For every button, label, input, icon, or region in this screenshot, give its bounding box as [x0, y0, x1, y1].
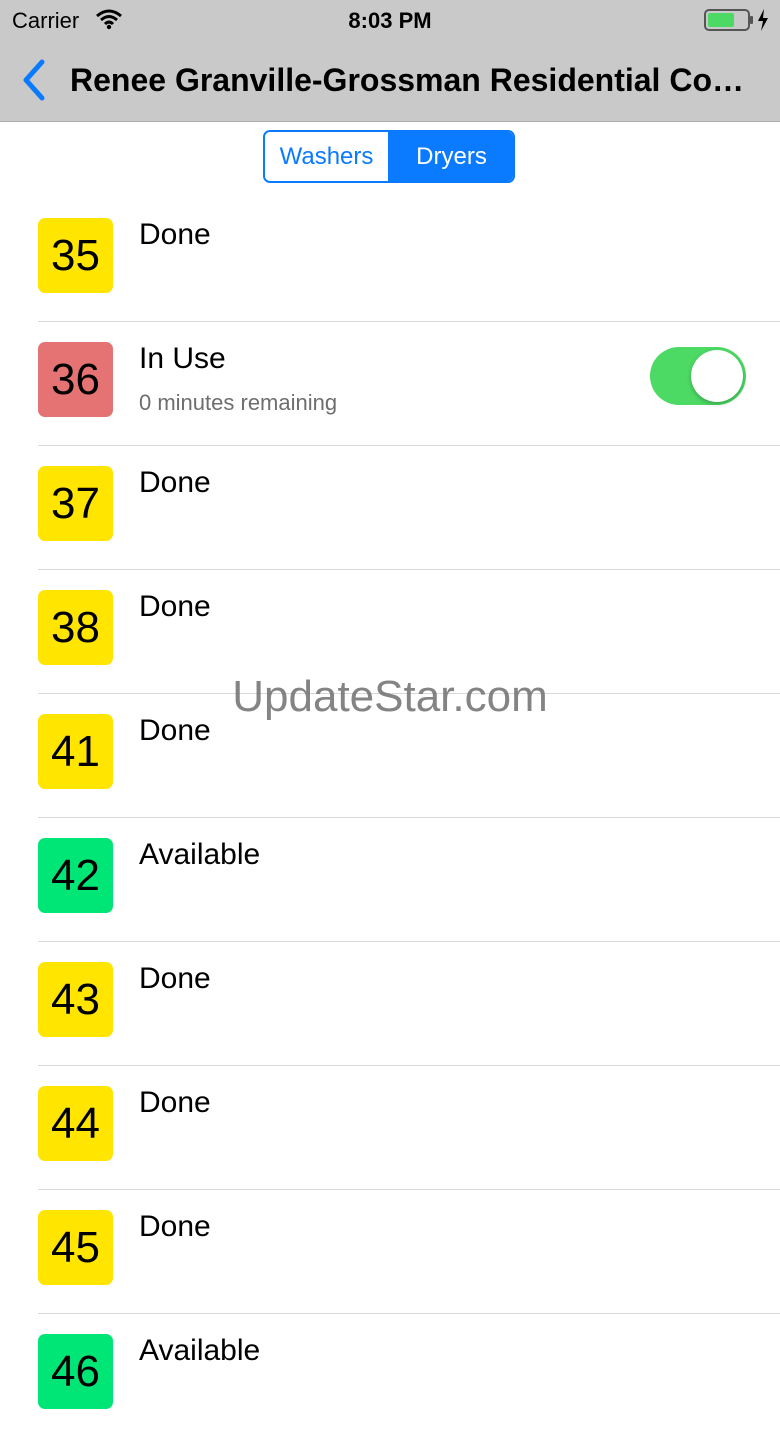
machine-row[interactable]: 42 Available — [0, 818, 780, 942]
machine-row[interactable]: 43 Done — [0, 942, 780, 1066]
machine-status: Done — [139, 1086, 211, 1119]
machine-number-badge: 46 — [38, 1334, 113, 1409]
machine-row[interactable]: 37 Done — [0, 446, 780, 570]
machine-number-badge: 43 — [38, 962, 113, 1037]
machine-number-badge: 38 — [38, 590, 113, 665]
segment-washers[interactable]: Washers — [265, 132, 388, 181]
machine-status: Done — [139, 962, 211, 995]
machine-number-badge: 45 — [38, 1210, 113, 1285]
machine-status: Done — [139, 1210, 211, 1243]
battery-charging-icon — [704, 8, 774, 32]
toggle-knob — [691, 350, 743, 402]
machine-row[interactable]: 41 Done — [0, 694, 780, 818]
machine-row[interactable]: 46 Available — [0, 1314, 780, 1438]
machine-number-badge: 36 — [38, 342, 113, 417]
machine-type-segmented-control: Washers Dryers — [263, 130, 515, 183]
machine-status: Done — [139, 590, 211, 623]
machine-status: Available — [139, 838, 261, 871]
time-remaining: 0 minutes remaining — [139, 390, 338, 415]
back-chevron-icon[interactable] — [20, 58, 50, 102]
machine-status: Done — [139, 218, 211, 251]
machine-row[interactable]: 44 Done — [0, 1066, 780, 1190]
status-time: 8:03 PM — [348, 8, 432, 33]
machine-number-badge: 42 — [38, 838, 113, 913]
machine-row[interactable]: 38 Done — [0, 570, 780, 694]
machine-status: Done — [139, 714, 211, 747]
machine-number-badge: 44 — [38, 1086, 113, 1161]
segment-dryers[interactable]: Dryers — [388, 132, 513, 181]
page-title: Renee Granville-Grossman Residential Com… — [70, 62, 760, 98]
machine-number-badge: 41 — [38, 714, 113, 789]
machine-status: Available — [139, 1334, 261, 1367]
machine-number-badge: 35 — [38, 218, 113, 293]
machine-list: 35 Done 36 In Use 0 minutes remaining 37… — [0, 198, 780, 1438]
notify-toggle[interactable] — [650, 347, 746, 405]
machine-status: In Use — [139, 342, 226, 375]
machine-row[interactable]: 36 In Use 0 minutes remaining — [0, 322, 780, 446]
machine-status: Done — [139, 466, 211, 499]
navigation-bar: Carrier 8:03 PM Renee Granville-Grossman… — [0, 0, 780, 122]
machine-row[interactable]: 35 Done — [0, 198, 780, 322]
machine-number-badge: 37 — [38, 466, 113, 541]
machine-row[interactable]: 45 Done — [0, 1190, 780, 1314]
